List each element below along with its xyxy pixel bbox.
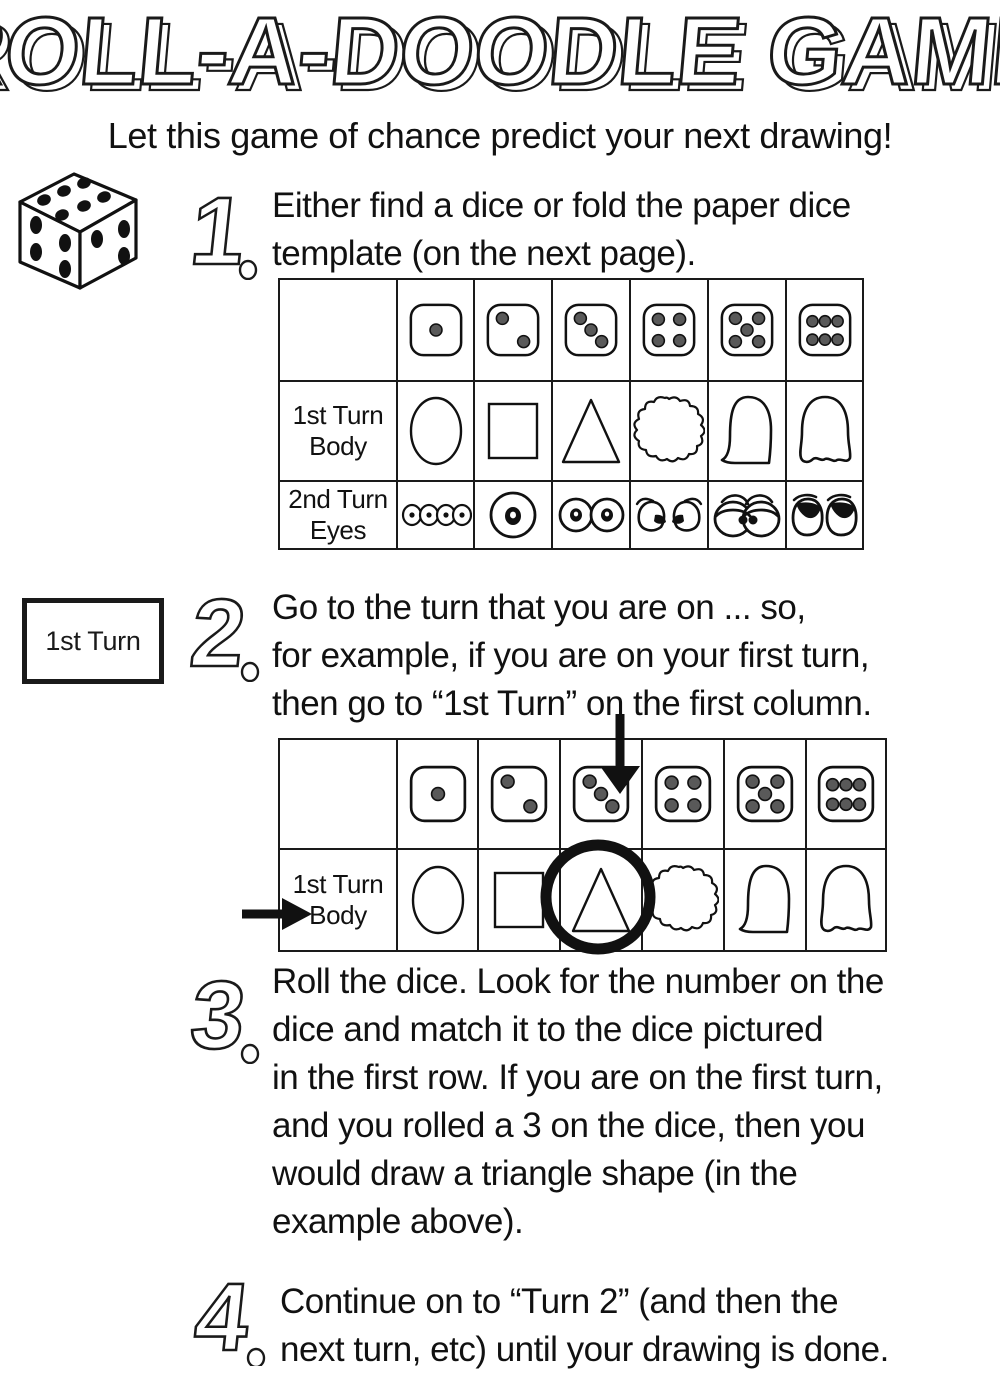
eyes-cell-angry — [629, 480, 709, 550]
eyes-cell-browed — [707, 480, 787, 550]
example-chart: 1st Turn Body — [278, 738, 887, 952]
body-cell-square — [477, 848, 561, 952]
row-label-eyes: 2nd Turn Eyes — [278, 480, 398, 550]
reference-chart: 1st Turn Body 2nd Turn Eyes — [278, 278, 864, 550]
body-cell-cloud — [641, 848, 725, 952]
dice-cell-4 — [641, 738, 725, 850]
ghost-shape-icon — [820, 864, 873, 933]
step-1-numeral: 1 — [186, 177, 258, 280]
eyes-cell-sleepy — [785, 480, 864, 550]
angry-eyes-icon — [635, 497, 703, 532]
table-row-eyes: 2nd Turn Eyes — [278, 480, 864, 550]
page-title: .tl { font-family: "Liberation Sans", sa… — [0, 0, 1000, 112]
step-1-period-circle — [238, 259, 258, 280]
step-2-numeral-glyph: 2 — [186, 580, 250, 682]
body-cell-triangle — [551, 380, 631, 482]
die-face-2-icon — [490, 765, 548, 823]
dice-cell-3 — [559, 738, 643, 850]
dice-cell-6 — [805, 738, 887, 850]
turn-indicator-label: 1st Turn — [45, 625, 141, 656]
one-big-eye-icon — [489, 491, 537, 539]
die-face-4-icon — [642, 303, 696, 357]
dice-cell-3 — [551, 278, 631, 382]
body-cell-ghost — [805, 848, 887, 952]
step-3-period-circle — [240, 1043, 260, 1064]
step-2-period-circle — [240, 661, 260, 682]
square-shape-icon — [487, 402, 539, 460]
title-outline-art: .tl { font-family: "Liberation Sans", sa… — [0, 0, 1000, 112]
eyes-cell-one-big — [473, 480, 553, 550]
die-face-2-icon — [486, 303, 540, 357]
die-face-5-icon — [736, 765, 794, 823]
table-row-body: 1st Turn Body — [278, 380, 864, 482]
blob-shape-icon — [720, 395, 773, 465]
step-2-text: Go to the turn that you are on ... so, f… — [272, 588, 872, 723]
step-4-text: Continue on to “Turn 2” (and then the ne… — [280, 1282, 889, 1369]
cloud-scribble-shape-icon — [647, 865, 719, 932]
ghost-shape-icon — [798, 395, 852, 464]
body-cell-oval — [396, 380, 475, 482]
die-face-1-icon — [409, 303, 462, 357]
subtitle: Let this game of chance predict your nex… — [107, 115, 893, 156]
step-3-text: Roll the dice. Look for the number on th… — [272, 962, 884, 1241]
body-cell-square — [473, 380, 553, 482]
step-3-numeral-glyph: 3 — [186, 962, 250, 1064]
triangle-shape-icon — [561, 398, 621, 464]
step-2-numeral: 2 — [186, 579, 260, 682]
dice-cell-5 — [723, 738, 807, 850]
chart-corner-cell — [278, 278, 398, 382]
worksheet-page: .tl { font-family: "Liberation Sans", sa… — [0, 0, 1000, 1383]
step-3-numeral: 3 — [186, 961, 260, 1064]
die-face-5-icon — [720, 303, 774, 357]
browed-eyes-icon — [713, 494, 781, 538]
dice-cell-2 — [477, 738, 561, 850]
eyes-cell-two-round — [551, 480, 631, 550]
oval-shape-icon — [409, 396, 462, 466]
die-face-6-icon — [798, 303, 851, 357]
triangle-shape-icon — [571, 867, 631, 933]
body-cell-ghost — [785, 380, 864, 482]
step-4-period-circle — [246, 1347, 266, 1366]
table-row-dice-header — [278, 738, 887, 850]
dice-cell-1 — [396, 278, 475, 382]
row-label-body-text: 1st Turn Body — [292, 869, 384, 930]
die-face-1-icon — [409, 765, 466, 823]
die-face-3-icon — [564, 303, 618, 357]
dice-cell-2 — [473, 278, 553, 382]
cloud-scribble-shape-icon — [633, 396, 705, 463]
table-row-dice-header — [278, 278, 864, 382]
body-cell-triangle — [559, 848, 643, 952]
dice-cell-1 — [396, 738, 479, 850]
body-cell-oval — [396, 848, 479, 952]
row-label-body: 1st Turn Body — [278, 848, 398, 952]
dice-cell-5 — [707, 278, 787, 382]
table-row-body: 1st Turn Body — [278, 848, 887, 952]
body-cell-cloud — [629, 380, 709, 482]
body-cell-blob — [723, 848, 807, 952]
die-face-4-icon — [654, 765, 712, 823]
row-label-body-text: 1st Turn Body — [292, 400, 384, 461]
die-face-6-icon — [817, 765, 875, 823]
dice-cell-4 — [629, 278, 709, 382]
oval-shape-icon — [411, 865, 464, 935]
two-round-eyes-icon — [558, 497, 625, 533]
body-cell-blob — [707, 380, 787, 482]
dice-3d-illustration — [18, 172, 138, 290]
step-1-text: Either find a dice or fold the paper dic… — [272, 186, 851, 273]
row-label-eyes-text: 2nd Turn Eyes — [288, 484, 388, 545]
sleepy-eyes-icon — [791, 493, 858, 537]
title-main-layer: ROLL-A-DOODLE GAME — [0, 4, 1000, 105]
square-shape-icon — [493, 871, 545, 929]
die-face-3-icon — [572, 765, 630, 823]
row-label-body: 1st Turn Body — [278, 380, 398, 482]
chart-corner-cell — [278, 738, 398, 850]
blob-shape-icon — [738, 864, 791, 934]
dice-cell-6 — [785, 278, 864, 382]
four-small-eyes-icon — [401, 503, 472, 527]
step-4-numeral-glyph: 4 — [190, 1264, 255, 1366]
turn-indicator-box[interactable]: 1st Turn — [22, 598, 164, 684]
step-4-numeral: 4 — [190, 1263, 266, 1366]
eyes-cell-four-small — [396, 480, 475, 550]
